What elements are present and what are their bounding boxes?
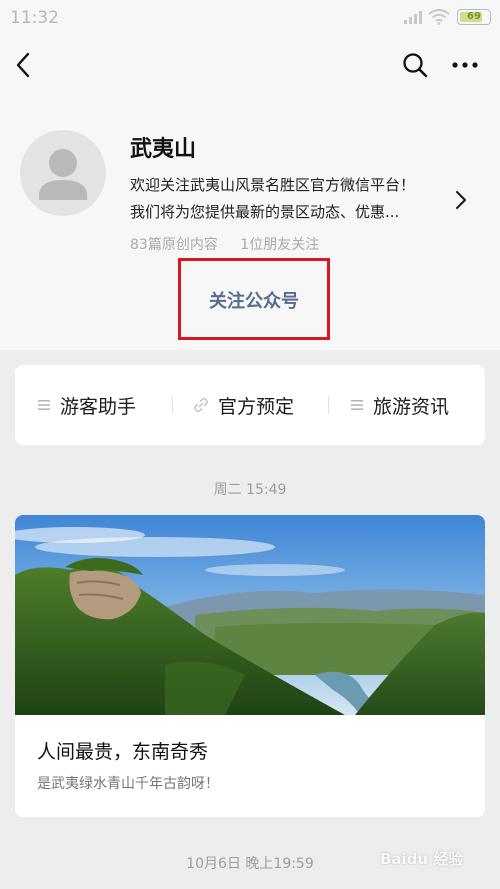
menu-divider (328, 396, 329, 414)
battery-icon: 69 (457, 9, 491, 25)
more-dots-icon[interactable] (452, 62, 478, 68)
menu-item-label: 官方预定 (218, 395, 295, 418)
account-description-line1: 欢迎关注武夷山风景名胜区官方微信平台！ (130, 176, 416, 194)
article-digest: 是武夷绿水青山千年古韵呀！ (37, 776, 219, 792)
article-card[interactable]: 人间最贵，东南奇秀 是武夷绿水青山千年古韵呀！ (15, 515, 485, 817)
follow-button[interactable]: 关注公众号 (181, 287, 327, 313)
menu-card: 游客助手 官方预定 旅游资讯 (15, 365, 485, 445)
account-stats: 83篇原创内容 1位朋友关注 (130, 234, 319, 254)
message-timestamp: 周二 15:49 (213, 482, 287, 498)
battery-level: 69 (467, 11, 481, 22)
account-description-line2: 我们将为您提供最新的景区动态、优惠... (130, 203, 400, 221)
landscape-photo (15, 515, 485, 715)
friends-following: 1位朋友关注 (240, 237, 320, 253)
link-icon (194, 397, 208, 413)
profile-detail-chevron-icon[interactable] (454, 190, 468, 210)
back-chevron-icon[interactable] (14, 52, 34, 78)
menu-divider (172, 396, 173, 414)
baidu-watermark: Baidu 经验 (380, 850, 464, 868)
follow-highlight-box: 关注公众号 (178, 258, 330, 340)
list-icon (351, 400, 363, 410)
menu-item-official-booking[interactable]: 官方预定 (193, 365, 294, 445)
search-icon[interactable] (402, 52, 428, 78)
menu-item-travel-news[interactable]: 旅游资讯 (350, 365, 449, 445)
original-count: 83篇原创内容 (130, 237, 218, 253)
menu-item-visitor-assistant[interactable]: 游客助手 (37, 365, 136, 445)
status-bar: 11:32 69 (0, 0, 500, 36)
list-icon (38, 400, 50, 410)
status-time: 11:32 (10, 8, 59, 28)
menu-item-label: 游客助手 (60, 395, 137, 418)
account-name: 武夷山 (130, 137, 197, 162)
account-profile: 武夷山 欢迎关注武夷山风景名胜区官方微信平台！ 我们将为您提供最新的景区动态、优… (0, 94, 500, 350)
menu-item-label: 旅游资讯 (373, 395, 450, 418)
signal-icon (404, 10, 424, 24)
article-title: 人间最贵，东南奇秀 (37, 741, 209, 763)
wifi-icon (428, 9, 450, 25)
default-avatar-icon[interactable] (20, 130, 106, 216)
nav-bar (0, 36, 500, 94)
